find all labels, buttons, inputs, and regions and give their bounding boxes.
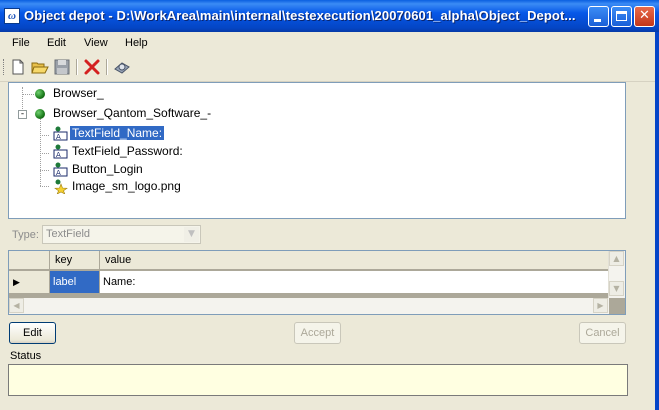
tree-node-textfield-password[interactable]: TextField_Password: xyxy=(72,143,183,160)
maximize-icon xyxy=(616,11,627,21)
tree-node-image-logo[interactable]: Image_sm_logo.png xyxy=(72,178,181,195)
tree-node-browser[interactable]: Browser_ xyxy=(53,85,104,102)
collapse-toggle-icon[interactable]: - xyxy=(18,110,27,119)
tree-node-label: Browser_Qantom_Software_- xyxy=(53,106,212,120)
menu-bar: File Edit View Help xyxy=(0,32,659,54)
tree-line xyxy=(40,153,49,155)
menu-help[interactable]: Help xyxy=(125,37,148,49)
row-selector[interactable]: ▶ xyxy=(9,271,50,293)
scroll-left-icon[interactable]: ◀ xyxy=(9,298,24,313)
minimize-icon xyxy=(594,19,601,22)
type-label: Type: xyxy=(12,229,39,241)
tree-line xyxy=(40,170,49,172)
chevron-down-icon[interactable]: ▼ xyxy=(184,227,199,242)
title-bar[interactable]: ω Object depot - D:\WorkArea\main\intern… xyxy=(0,0,659,32)
object-tree[interactable]: Browser_ - Browser_Qantom_Software_- A T… xyxy=(8,82,626,219)
textfield-icon: A xyxy=(53,126,68,141)
image-star-icon xyxy=(54,179,68,194)
toolbar-grip[interactable] xyxy=(3,59,6,75)
close-button[interactable]: ✕ xyxy=(634,6,655,27)
tree-line xyxy=(40,186,49,188)
menu-edit[interactable]: Edit xyxy=(47,37,66,49)
row-pointer-icon: ▶ xyxy=(13,277,20,287)
tree-node-label: Image_sm_logo.png xyxy=(72,179,181,193)
maximize-button[interactable] xyxy=(611,6,632,27)
toolbar-separator xyxy=(106,59,108,75)
menu-file[interactable]: File xyxy=(12,37,30,49)
window-title: Object depot - D:\WorkArea\main\internal… xyxy=(24,8,576,23)
status-box xyxy=(8,364,628,396)
toolbar-separator xyxy=(76,59,78,75)
close-icon: ✕ xyxy=(639,8,650,23)
svg-text:A: A xyxy=(56,169,61,177)
cancel-button[interactable]: Cancel xyxy=(579,322,626,344)
app-logo-icon: ω xyxy=(4,8,20,24)
tree-line xyxy=(40,135,49,137)
new-document-icon[interactable] xyxy=(9,58,27,76)
tree-node-browser-qantom[interactable]: Browser_Qantom_Software_- xyxy=(53,105,211,122)
type-select-value: TextField xyxy=(46,228,91,240)
save-icon[interactable] xyxy=(53,58,71,76)
tree-node-label: Browser_ xyxy=(53,86,104,100)
column-header-key[interactable]: key xyxy=(50,251,100,270)
grid-row-header-corner xyxy=(9,251,50,270)
tree-node-label: Button_Login xyxy=(72,162,143,176)
settings-icon[interactable] xyxy=(113,58,131,76)
textfield-icon: A xyxy=(53,144,68,159)
accept-button[interactable]: Accept xyxy=(294,322,341,344)
horizontal-scrollbar[interactable]: ◀ ▶ xyxy=(9,298,609,314)
delete-icon[interactable] xyxy=(83,58,101,76)
object-depot-window: ω Object depot - D:\WorkArea\main\intern… xyxy=(0,0,659,410)
window-border xyxy=(655,32,659,410)
type-select[interactable]: TextField ▼ xyxy=(42,225,201,244)
table-cell-value[interactable]: Name: xyxy=(100,271,609,293)
textfield-icon: A xyxy=(53,162,68,177)
menu-view[interactable]: View xyxy=(84,37,108,49)
tree-node-textfield-name[interactable]: TextField_Name: xyxy=(70,125,165,142)
tree-line xyxy=(22,87,24,111)
globe-icon xyxy=(35,89,45,99)
scroll-up-icon[interactable]: ▲ xyxy=(609,251,624,266)
table-cell-key[interactable]: label xyxy=(50,271,100,293)
svg-text:A: A xyxy=(56,151,61,159)
minimize-button[interactable] xyxy=(588,6,609,27)
tree-node-label: TextField_Password: xyxy=(72,144,183,158)
toolbar xyxy=(0,54,659,82)
column-header-value[interactable]: value xyxy=(100,251,609,270)
tree-node-label: TextField_Name: xyxy=(70,126,165,140)
svg-text:A: A xyxy=(56,133,61,141)
edit-button[interactable]: Edit xyxy=(9,322,56,344)
scroll-down-icon[interactable]: ▼ xyxy=(609,281,624,296)
properties-grid[interactable]: key value ▶ label Name: ▲ ▼ ◀ ▶ xyxy=(8,250,626,315)
tree-node-button-login[interactable]: Button_Login xyxy=(72,161,143,178)
status-label: Status xyxy=(10,350,42,362)
scroll-right-icon[interactable]: ▶ xyxy=(593,298,608,313)
globe-icon xyxy=(35,109,45,119)
vertical-scrollbar[interactable]: ▲ ▼ xyxy=(608,251,625,298)
open-folder-icon[interactable] xyxy=(31,58,49,76)
